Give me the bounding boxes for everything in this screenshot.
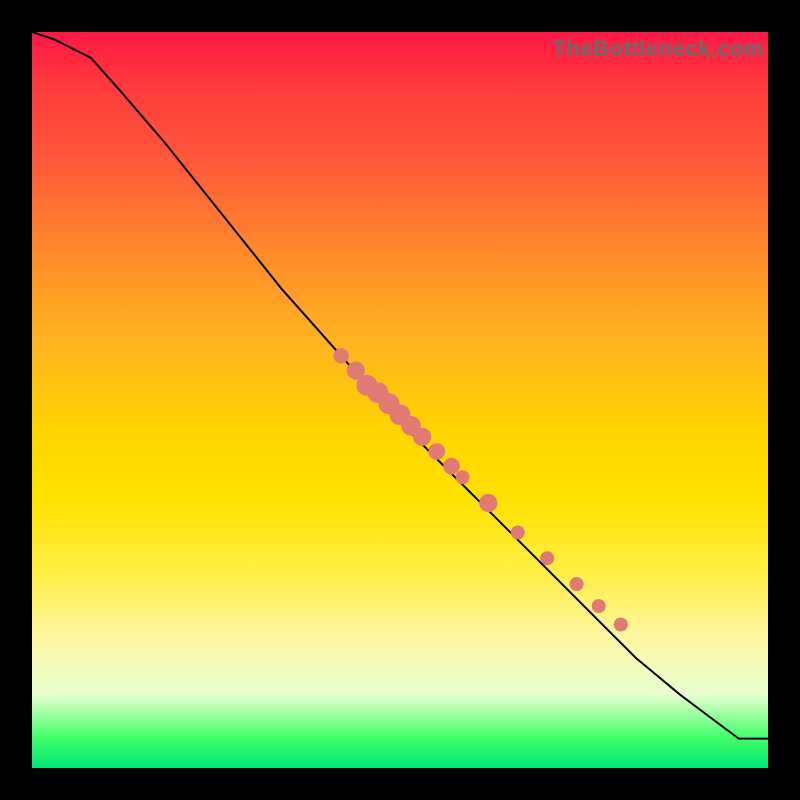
curve-layer (32, 32, 768, 768)
data-marker (592, 599, 606, 613)
data-marker (333, 348, 348, 363)
data-marker (479, 494, 497, 512)
data-marker (570, 577, 584, 591)
data-marker (511, 526, 525, 540)
data-marker (413, 428, 431, 446)
watermark-text: TheBottleneck.com (553, 36, 764, 62)
chart-frame: TheBottleneck.com (0, 0, 800, 800)
plot-area (32, 32, 768, 768)
data-marker (540, 551, 554, 565)
data-marker (443, 458, 460, 475)
data-marker (428, 443, 445, 460)
data-marker (456, 470, 470, 484)
main-curve (32, 32, 768, 739)
data-marker (614, 618, 628, 632)
